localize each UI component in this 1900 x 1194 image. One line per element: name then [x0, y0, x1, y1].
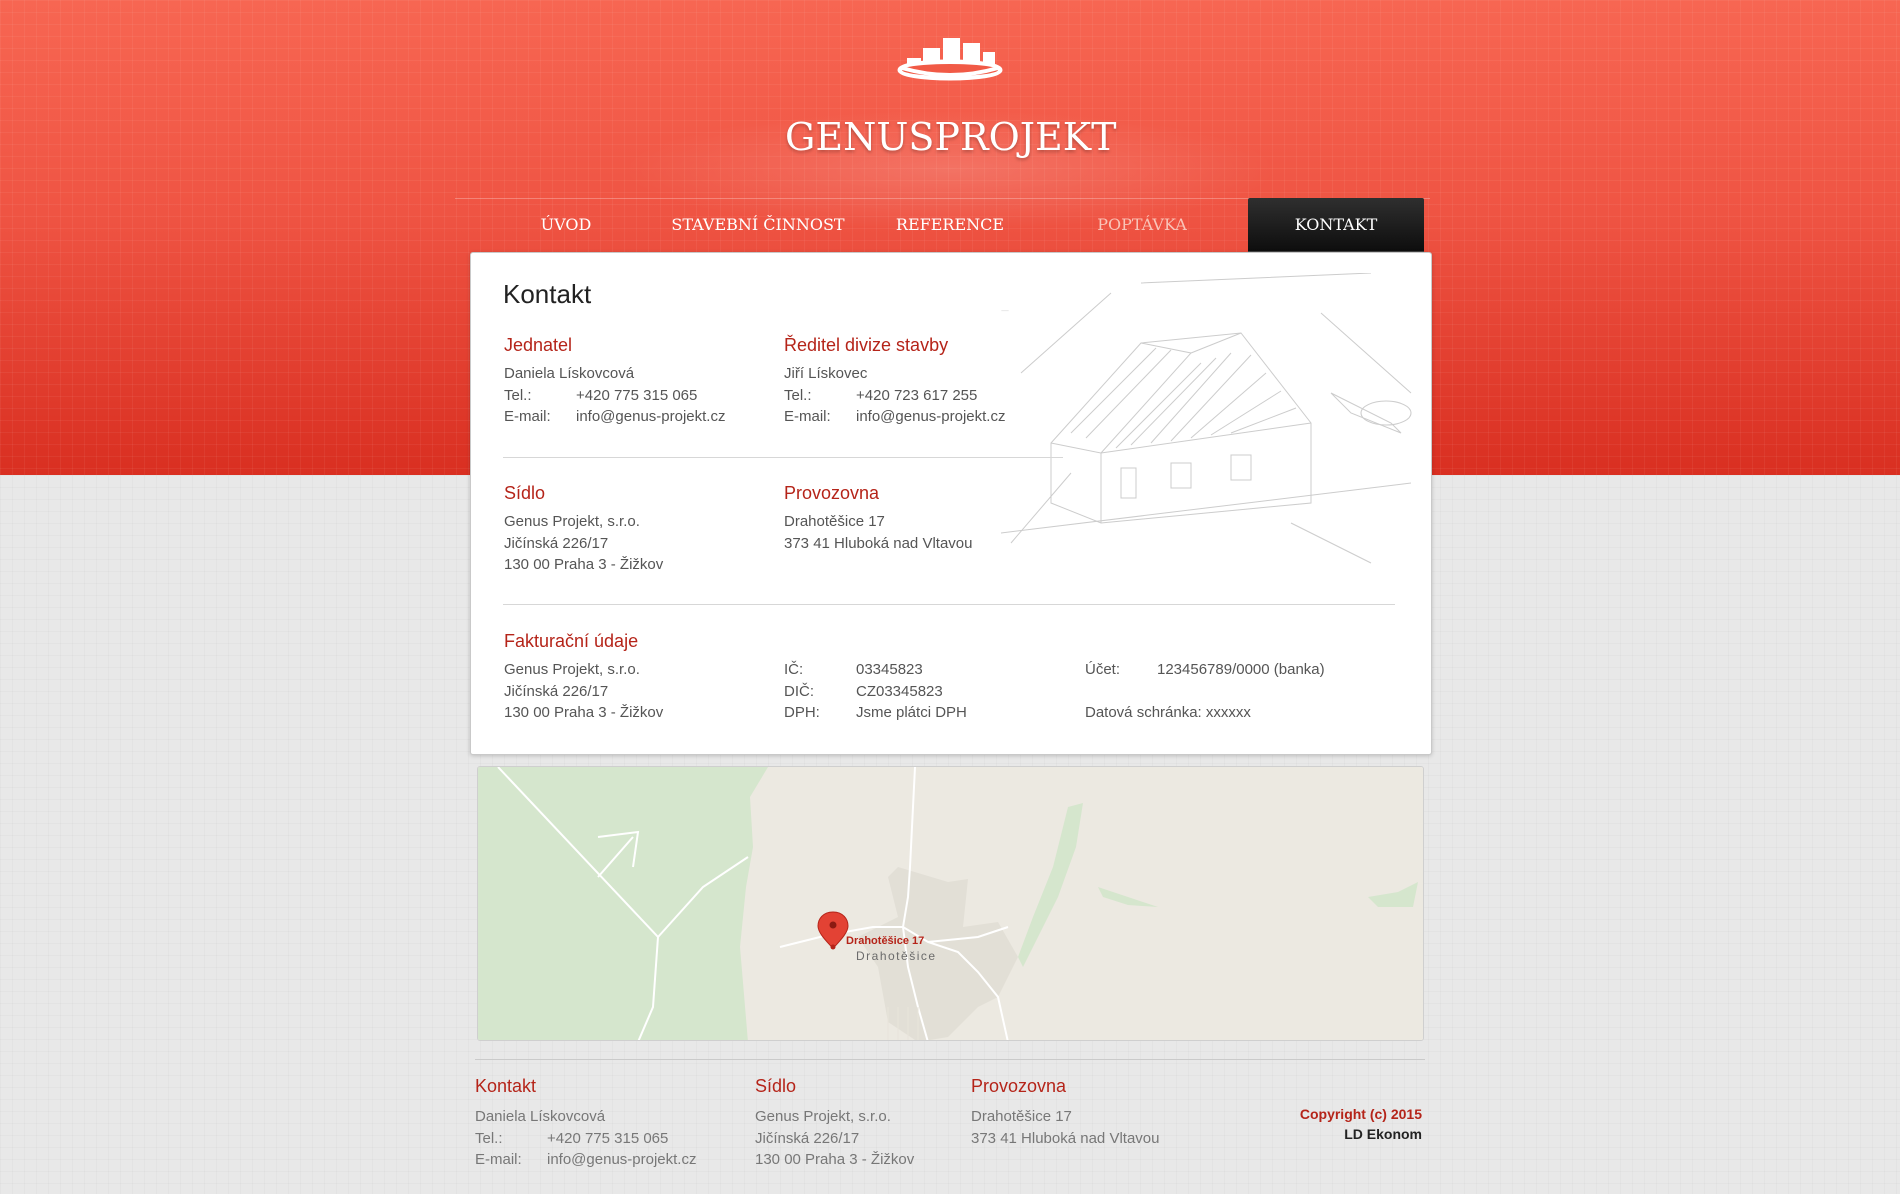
ucet-value: 123456789/0000 (banka) [1157, 661, 1325, 678]
footer-sidlo-heading: Sídlo [755, 1076, 797, 1096]
reditel-tel-label: Tel.: [784, 386, 812, 404]
reditel-info: Jiří Lískovec Tel.: +420 723 617 255 E-ma… [784, 363, 1005, 428]
footer-email-link[interactable]: info@genus-projekt.cz [547, 1151, 696, 1168]
buildings-logo-icon [897, 38, 1003, 81]
page-title: Kontakt [503, 279, 592, 309]
reditel-name: Jiří Lískovec [784, 365, 868, 382]
fakturace-bank: Účet: 123456789/0000 (banka) Datová schrá… [1085, 659, 1325, 724]
footer-kontakt-heading: Kontakt [475, 1076, 537, 1096]
fakturace-ids: IČ: 03345823 DIČ: CZ03345823 DPH: Jsme plát… [784, 659, 967, 724]
footer-kontakt-name: Daniela Lískovcová [475, 1108, 606, 1125]
fakturace-heading: Fakturační údaje [504, 631, 639, 651]
nav-item-uvod[interactable]: ÚVOD [470, 198, 662, 252]
main-nav: ÚVOD STAVEBNÍ ČINNOST REFERENCE POPTÁVKA… [470, 198, 1430, 252]
site-logo[interactable]: GENUSPROJEKT [785, 38, 1117, 168]
nav-item-poptavka[interactable]: POPTÁVKA [1046, 198, 1238, 252]
dph-value: Jsme plátci DPH [856, 704, 967, 721]
jednatel-name: Daniela Lískovcová [504, 365, 635, 382]
footer-provozovna-line-2: 373 41 Hluboká nad Vltavou [971, 1129, 1160, 1147]
jednatel-email-label: E-mail: [504, 408, 551, 425]
footer-provozovna-line-1: Drahotěšice 17 [971, 1108, 1072, 1125]
contact-card: — Kontakt Jednatel Daniela Lískovcová Te… [470, 252, 1432, 755]
reditel-heading: Ředitel divize stavby [784, 335, 949, 355]
nav-item-kontakt[interactable]: KONTAKT [1248, 198, 1424, 252]
dic-label: DIČ: [784, 682, 814, 700]
page: GENUSPROJEKT ÚVOD STAVEBNÍ ČINNOST REFER… [0, 0, 1900, 1194]
fakturace-line-1: Genus Projekt, s.r.o. [504, 661, 640, 678]
copyright: Copyright (c) 2015 LD Ekonom [1300, 1104, 1422, 1144]
footer-phone[interactable]: +420 775 315 065 [547, 1130, 668, 1147]
footer-kontakt-info: Daniela Lískovcová Tel.: +420 775 315 065… [475, 1106, 696, 1171]
nav-item-stavebni-cinnost[interactable]: STAVEBNÍ ČINNOST [662, 198, 854, 252]
footer-provozovna-heading: Provozovna [971, 1076, 1067, 1096]
jednatel-phone[interactable]: +420 775 315 065 [576, 387, 697, 404]
jednatel-heading: Jednatel [504, 335, 573, 355]
house-sketch-illustration: — [1000, 273, 1412, 564]
logo-wordmark: GENUSPROJEKT [785, 115, 1117, 159]
location-map[interactable]: Drahotěšice 17 Drahotěšice [477, 766, 1424, 1041]
dph-label: DPH: [784, 704, 820, 721]
reditel-email-link[interactable]: info@genus-projekt.cz [856, 408, 1005, 425]
datova-schranka: Datová schránka: xxxxxx [1085, 704, 1251, 721]
sidlo-heading: Sídlo [504, 483, 546, 503]
map-place-label: Drahotěšice [856, 949, 937, 963]
author-link[interactable]: LD Ekonom [1300, 1124, 1422, 1144]
ic-value: 03345823 [856, 661, 923, 678]
svg-text:—: — [1001, 306, 1009, 315]
dic-value: CZ03345823 [856, 682, 943, 700]
jednatel-tel-label: Tel.: [504, 386, 532, 404]
ucet-label: Účet: [1085, 661, 1121, 678]
jednatel-info: Daniela Lískovcová Tel.: +420 775 315 065… [504, 363, 725, 428]
fakturace-address: Genus Projekt, s.r.o. Jičínská 226/17 13… [504, 659, 663, 724]
footer-divider [475, 1059, 1425, 1060]
fakturace-line-3: 130 00 Praha 3 - Žižkov [504, 704, 664, 721]
fakturace-line-2: Jičínská 226/17 [504, 682, 609, 700]
footer-provozovna-address: Drahotěšice 17 373 41 Hluboká nad Vltavo… [971, 1106, 1159, 1149]
sidlo-address: Genus Projekt, s.r.o. Jičínská 226/17 13… [504, 511, 663, 576]
map-canvas[interactable]: Drahotěšice 17 Drahotěšice [478, 767, 1424, 1041]
ic-label: IČ: [784, 661, 804, 678]
reditel-email-label: E-mail: [784, 408, 831, 425]
sidlo-line-2: Jičínská 226/17 [504, 534, 609, 552]
footer-sidlo-line-3: 130 00 Praha 3 - Žižkov [755, 1151, 915, 1168]
provozovna-line-1: Drahotěšice 17 [784, 513, 885, 530]
provozovna-heading: Provozovna [784, 483, 880, 503]
reditel-phone[interactable]: +420 723 617 255 [856, 387, 977, 404]
footer-email-label: E-mail: [475, 1151, 522, 1168]
provozovna-address: Drahotěšice 17 373 41 Hluboká nad Vltavo… [784, 511, 972, 554]
nav-item-reference[interactable]: REFERENCE [854, 198, 1046, 252]
footer-tel-label: Tel.: [475, 1129, 503, 1147]
provozovna-line-2: 373 41 Hluboká nad Vltavou [784, 534, 973, 552]
copyright-text: Copyright (c) 2015 [1299, 1106, 1422, 1122]
sidlo-line-1: Genus Projekt, s.r.o. [504, 513, 640, 530]
footer-sidlo-address: Genus Projekt, s.r.o. Jičínská 226/17 13… [755, 1106, 914, 1171]
section-divider [503, 457, 1063, 458]
footer-sidlo-line-1: Genus Projekt, s.r.o. [755, 1108, 891, 1125]
map-marker-label: Drahotěšice 17 [846, 935, 924, 947]
section-divider [503, 604, 1395, 605]
jednatel-email-link[interactable]: info@genus-projekt.cz [576, 408, 725, 425]
sidlo-line-3: 130 00 Praha 3 - Žižkov [504, 556, 664, 573]
footer-sidlo-line-2: Jičínská 226/17 [755, 1129, 860, 1147]
